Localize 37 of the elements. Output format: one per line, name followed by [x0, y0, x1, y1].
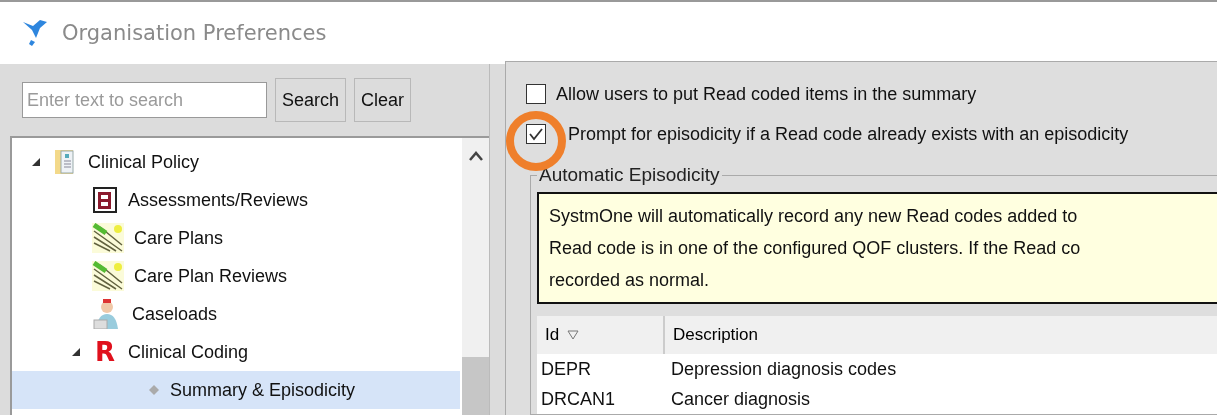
expander[interactable]	[70, 347, 82, 357]
tree-item[interactable]: R Clinical Coding	[12, 333, 462, 371]
search-field[interactable]: Enter text to search	[22, 82, 267, 118]
bullet-icon	[148, 384, 160, 396]
scrollbar-thumb[interactable]	[462, 357, 489, 415]
app-logo-icon	[22, 18, 48, 48]
letter-icon: R	[92, 339, 118, 365]
table-cell-text: DRCAN1	[540, 388, 616, 410]
scrollbar[interactable]	[462, 138, 489, 415]
notice-line: SystmOne will automatically record any new Read codes added to	[549, 205, 1079, 228]
tree-item[interactable]: Care Plans	[12, 219, 462, 257]
expander[interactable]	[30, 157, 42, 167]
scroll-up-icon	[467, 150, 484, 162]
column-header[interactable]: Description	[665, 316, 759, 354]
map-pencil-icon	[92, 261, 124, 291]
checkbox-label: Allow users to put Read coded items in the summary	[556, 83, 977, 105]
table-cell-text: DEPR	[540, 358, 592, 380]
group-title: Automatic Episodicity	[538, 164, 721, 186]
check-icon	[528, 126, 544, 142]
notice-line: recorded as normal.	[549, 269, 711, 292]
checkbox[interactable]	[526, 124, 546, 144]
tree-item[interactable]: Care Plan Reviews	[12, 257, 462, 295]
checkbox[interactable]	[526, 84, 546, 104]
tree-item[interactable]: Clinical Policy	[12, 143, 462, 181]
clear-button[interactable]: Clear	[354, 78, 412, 122]
tree-item[interactable]: Summary & Episodicity	[12, 371, 460, 409]
search-button[interactable]: Search	[275, 78, 347, 122]
table-cell-text: Cancer diagnosis	[670, 388, 811, 410]
tree-item[interactable]: Assessments/Reviews	[12, 181, 462, 219]
table-cell-text: Depression diagnosis codes	[670, 358, 897, 380]
column-header[interactable]: Id	[537, 316, 665, 354]
notice-line: Read code is in one of the configured QOF clusters. If the Read co	[549, 237, 1082, 260]
checkbox-label: Prompt for episodicity if a Read code already exists with an episodicity	[568, 123, 1129, 145]
tree-item[interactable]: Caseloads	[12, 295, 462, 333]
map-pencil-icon	[92, 223, 124, 253]
form-icon	[92, 186, 118, 214]
window-title: Organisation Preferences	[62, 21, 327, 45]
